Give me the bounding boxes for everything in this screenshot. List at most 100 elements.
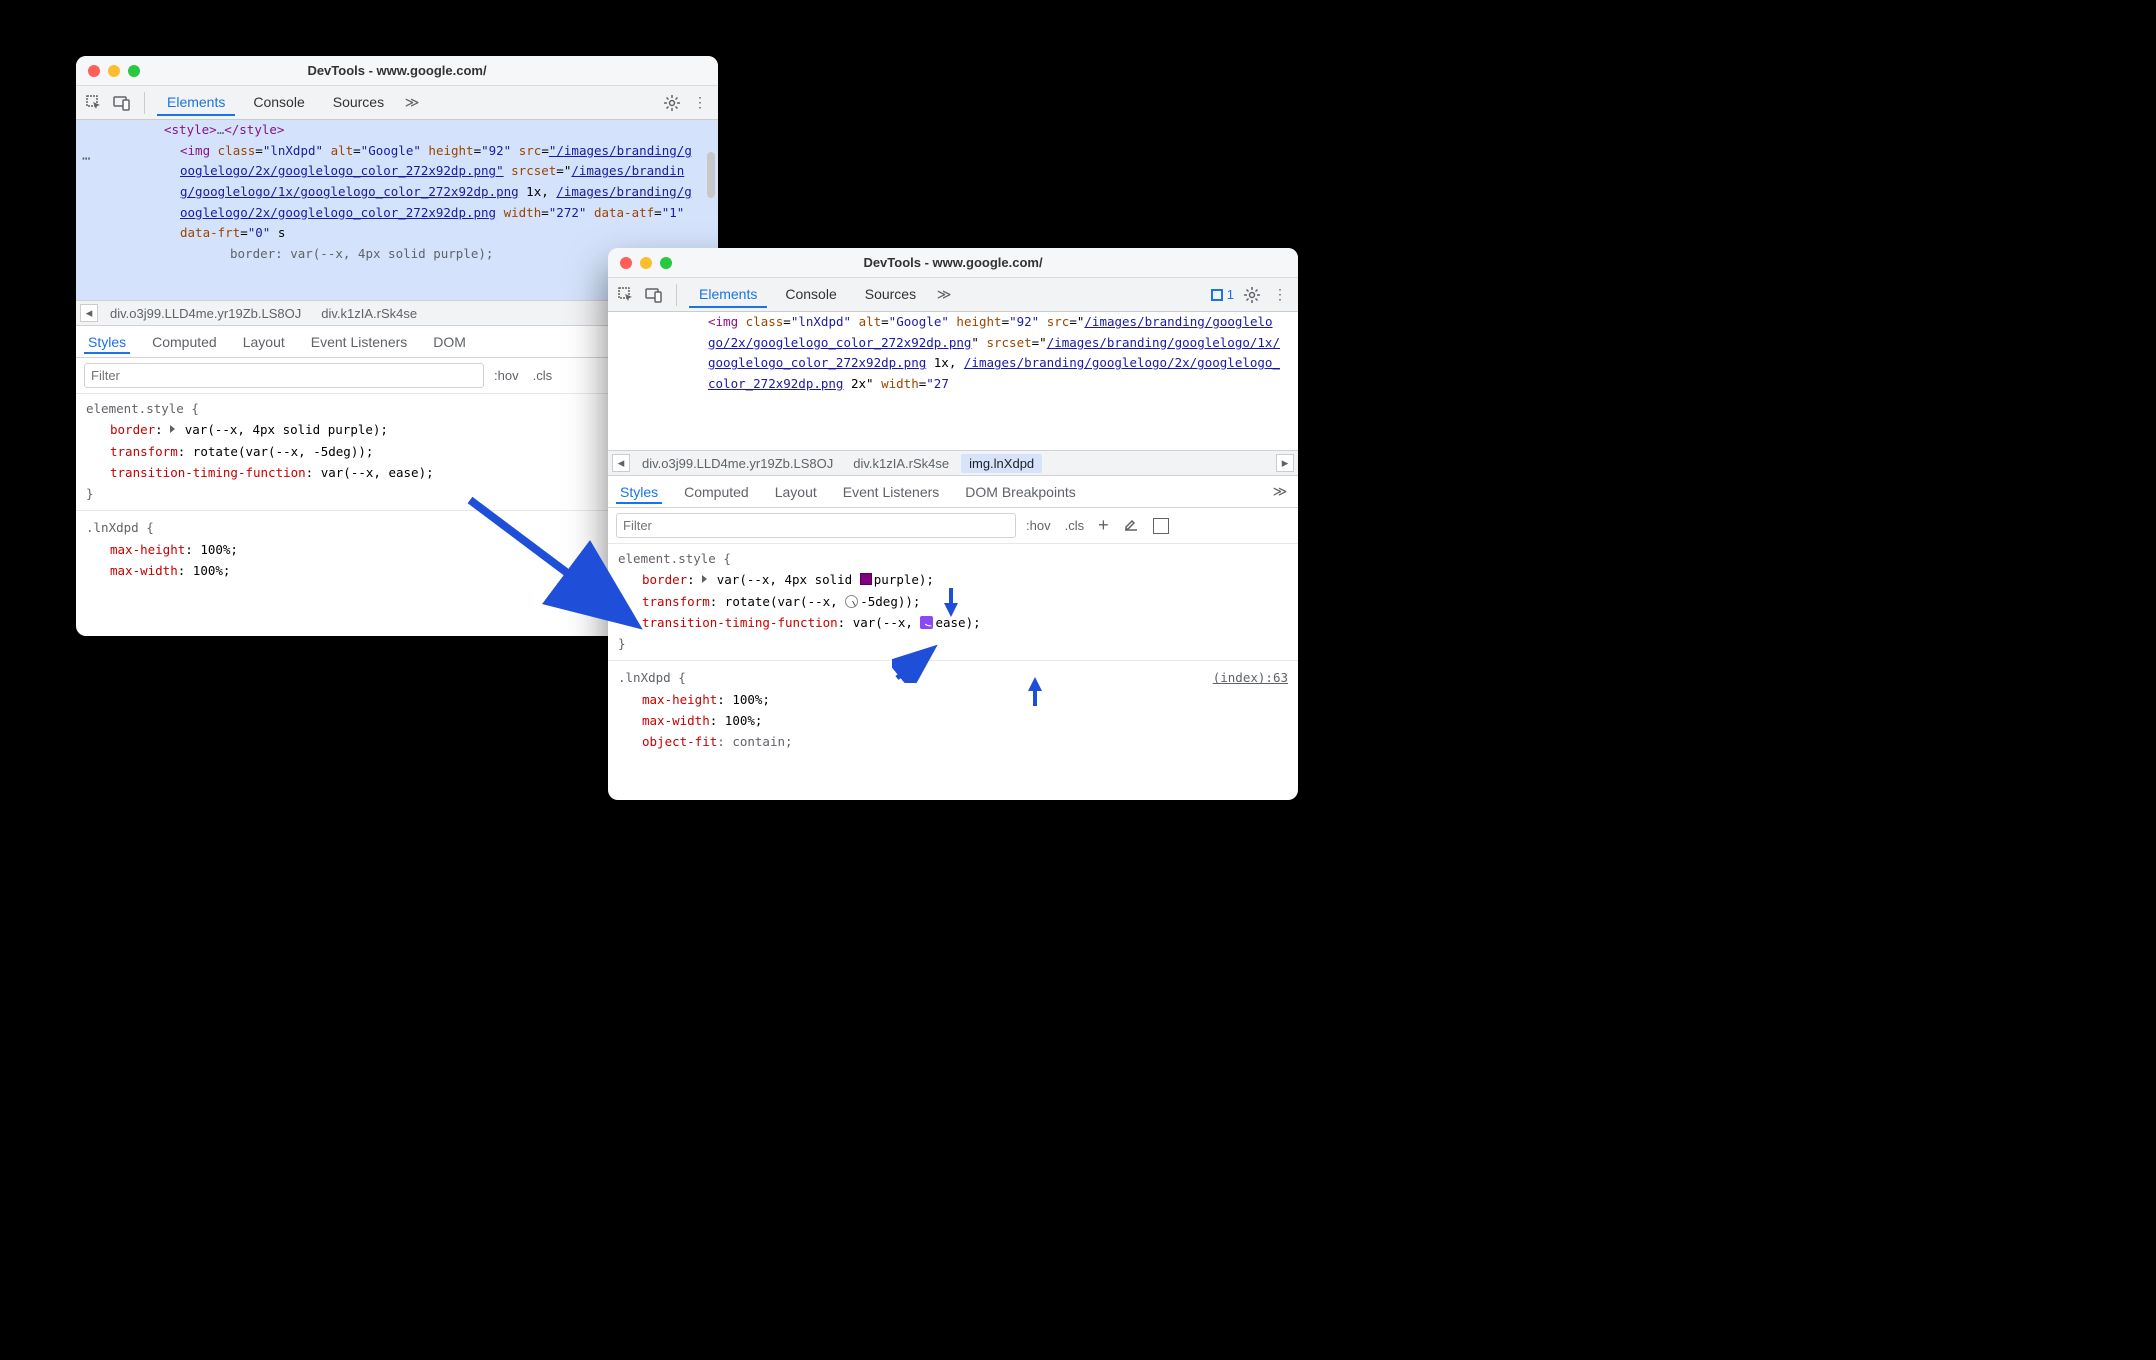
prop-max-width[interactable]: max-width <box>110 563 178 578</box>
minimize-icon[interactable] <box>108 65 120 77</box>
subtab-styles[interactable]: Styles <box>616 480 662 504</box>
subtab-dom-bp[interactable]: DOM <box>429 330 470 354</box>
tab-elements[interactable]: Elements <box>689 282 767 308</box>
hov-toggle[interactable]: :hov <box>494 368 519 383</box>
val-transform-post[interactable]: -5deg)); <box>860 594 920 609</box>
attr-src: src <box>1047 314 1070 329</box>
tab-console[interactable]: Console <box>243 90 314 116</box>
subtab-layout[interactable]: Layout <box>771 480 821 504</box>
val-border[interactable]: var(--x, 4px solid purple); <box>185 422 388 437</box>
scrollbar[interactable] <box>707 152 715 198</box>
val-max-height[interactable]: 100%; <box>732 692 770 707</box>
val-max-width[interactable]: 100%; <box>725 713 763 728</box>
brush-icon[interactable] <box>1123 516 1139 535</box>
crumb-3-selected[interactable]: img.lnXdpd <box>961 454 1042 473</box>
val-transform-pre[interactable]: rotate(var(--x, <box>725 594 845 609</box>
collapse-ellipsis-icon[interactable]: ⋯ <box>82 148 90 171</box>
settings-icon[interactable] <box>662 93 682 113</box>
bezier-swatch-icon[interactable] <box>920 616 933 629</box>
prop-border[interactable]: border <box>110 422 155 437</box>
main-toolbar: Elements Console Sources ≫ ⋮ <box>76 86 718 120</box>
prop-max-height[interactable]: max-height <box>642 692 717 707</box>
crumb-prev-icon[interactable]: ◂ <box>80 304 98 322</box>
styles-pane[interactable]: element.style { border: var(--x, 4px sol… <box>608 544 1298 762</box>
crumb-next-icon[interactable]: ▸ <box>1276 454 1294 472</box>
val-ttf-pre[interactable]: var(--x, <box>853 615 921 630</box>
more-subtabs-icon[interactable]: ≫ <box>1270 482 1290 502</box>
close-icon[interactable] <box>88 65 100 77</box>
expand-icon[interactable] <box>170 425 175 433</box>
subtab-styles[interactable]: Styles <box>84 330 130 354</box>
settings-icon[interactable] <box>1242 285 1262 305</box>
val-max-height[interactable]: 100%; <box>200 542 238 557</box>
attr-data-atf: data-atf <box>594 205 654 220</box>
prop-ttf[interactable]: transition-timing-function <box>110 465 306 480</box>
inspect-icon[interactable] <box>616 285 636 305</box>
hov-toggle[interactable]: :hov <box>1026 518 1051 533</box>
styles-tabs: Styles Computed Layout Event Listeners D… <box>608 476 1298 508</box>
val-border-post[interactable]: purple); <box>874 572 934 587</box>
attr-width-val: "272" <box>549 205 587 220</box>
cls-toggle[interactable]: .cls <box>533 368 553 383</box>
prop-border[interactable]: border <box>642 572 687 587</box>
val-ttf-post[interactable]: ease); <box>935 615 980 630</box>
val-ttf[interactable]: var(--x, ease); <box>321 465 434 480</box>
crumb-1[interactable]: div.o3j99.LLD4me.yr19Zb.LS8OJ <box>102 304 309 323</box>
subtab-listeners[interactable]: Event Listeners <box>839 480 944 504</box>
val-border-pre[interactable]: var(--x, 4px solid <box>717 572 860 587</box>
rule-close: } <box>618 633 1288 654</box>
color-swatch-icon[interactable] <box>860 573 872 585</box>
zoom-icon[interactable] <box>660 257 672 269</box>
dom-tree[interactable]: <img class="lnXdpd" alt="Google" height=… <box>608 312 1298 450</box>
new-rule-icon[interactable]: + <box>1098 515 1109 536</box>
crumb-2[interactable]: div.k1zIA.rSk4se <box>845 454 957 473</box>
subtab-layout[interactable]: Layout <box>239 330 289 354</box>
tab-elements[interactable]: Elements <box>157 90 235 116</box>
issues-button[interactable]: 1 <box>1211 287 1234 302</box>
angle-swatch-icon[interactable] <box>845 595 858 608</box>
val-max-width[interactable]: 100%; <box>193 563 231 578</box>
styles-filter-input[interactable] <box>84 363 484 388</box>
source-link[interactable]: (index):63 <box>1213 667 1288 688</box>
attr-alt-val: "Google" <box>361 143 421 158</box>
srcset-1x: 1x, <box>926 355 964 370</box>
prop-max-height[interactable]: max-height <box>110 542 185 557</box>
more-tabs-icon[interactable]: ≫ <box>934 285 954 305</box>
minimize-icon[interactable] <box>640 257 652 269</box>
expand-icon[interactable] <box>702 575 707 583</box>
panel-toggle-icon[interactable] <box>1153 518 1169 534</box>
val-transform[interactable]: rotate(var(--x, -5deg)); <box>193 444 374 459</box>
subtab-computed[interactable]: Computed <box>680 480 753 504</box>
cls-toggle[interactable]: .cls <box>1065 518 1085 533</box>
tab-console[interactable]: Console <box>775 282 846 308</box>
subtab-dom-bp[interactable]: DOM Breakpoints <box>961 480 1079 504</box>
attr-data-atf-val: "1" <box>662 205 685 220</box>
main-toolbar: Elements Console Sources ≫ 1 ⋮ <box>608 278 1298 312</box>
device-toggle-icon[interactable] <box>112 93 132 113</box>
styles-filter-input[interactable] <box>616 513 1016 538</box>
val-object-fit[interactable]: contain; <box>732 734 792 749</box>
inspect-icon[interactable] <box>84 93 104 113</box>
titlebar[interactable]: DevTools - www.google.com/ <box>608 248 1298 278</box>
zoom-icon[interactable] <box>128 65 140 77</box>
titlebar[interactable]: DevTools - www.google.com/ <box>76 56 718 86</box>
crumb-prev-icon[interactable]: ◂ <box>612 454 630 472</box>
tab-sources[interactable]: Sources <box>855 282 926 308</box>
prop-transform[interactable]: transform <box>642 594 710 609</box>
subtab-listeners[interactable]: Event Listeners <box>307 330 412 354</box>
attr-width: width <box>504 205 542 220</box>
crumb-1[interactable]: div.o3j99.LLD4me.yr19Zb.LS8OJ <box>634 454 841 473</box>
prop-max-width[interactable]: max-width <box>642 713 710 728</box>
subtab-computed[interactable]: Computed <box>148 330 221 354</box>
more-tabs-icon[interactable]: ≫ <box>402 93 422 113</box>
device-toggle-icon[interactable] <box>644 285 664 305</box>
window-title: DevTools - www.google.com/ <box>76 63 718 78</box>
kebab-menu-icon[interactable]: ⋮ <box>1270 285 1290 305</box>
prop-ttf[interactable]: transition-timing-function <box>642 615 838 630</box>
crumb-2[interactable]: div.k1zIA.rSk4se <box>313 304 425 323</box>
tab-sources[interactable]: Sources <box>323 90 394 116</box>
prop-object-fit[interactable]: object-fit <box>642 734 717 749</box>
kebab-menu-icon[interactable]: ⋮ <box>690 93 710 113</box>
close-icon[interactable] <box>620 257 632 269</box>
prop-transform[interactable]: transform <box>110 444 178 459</box>
